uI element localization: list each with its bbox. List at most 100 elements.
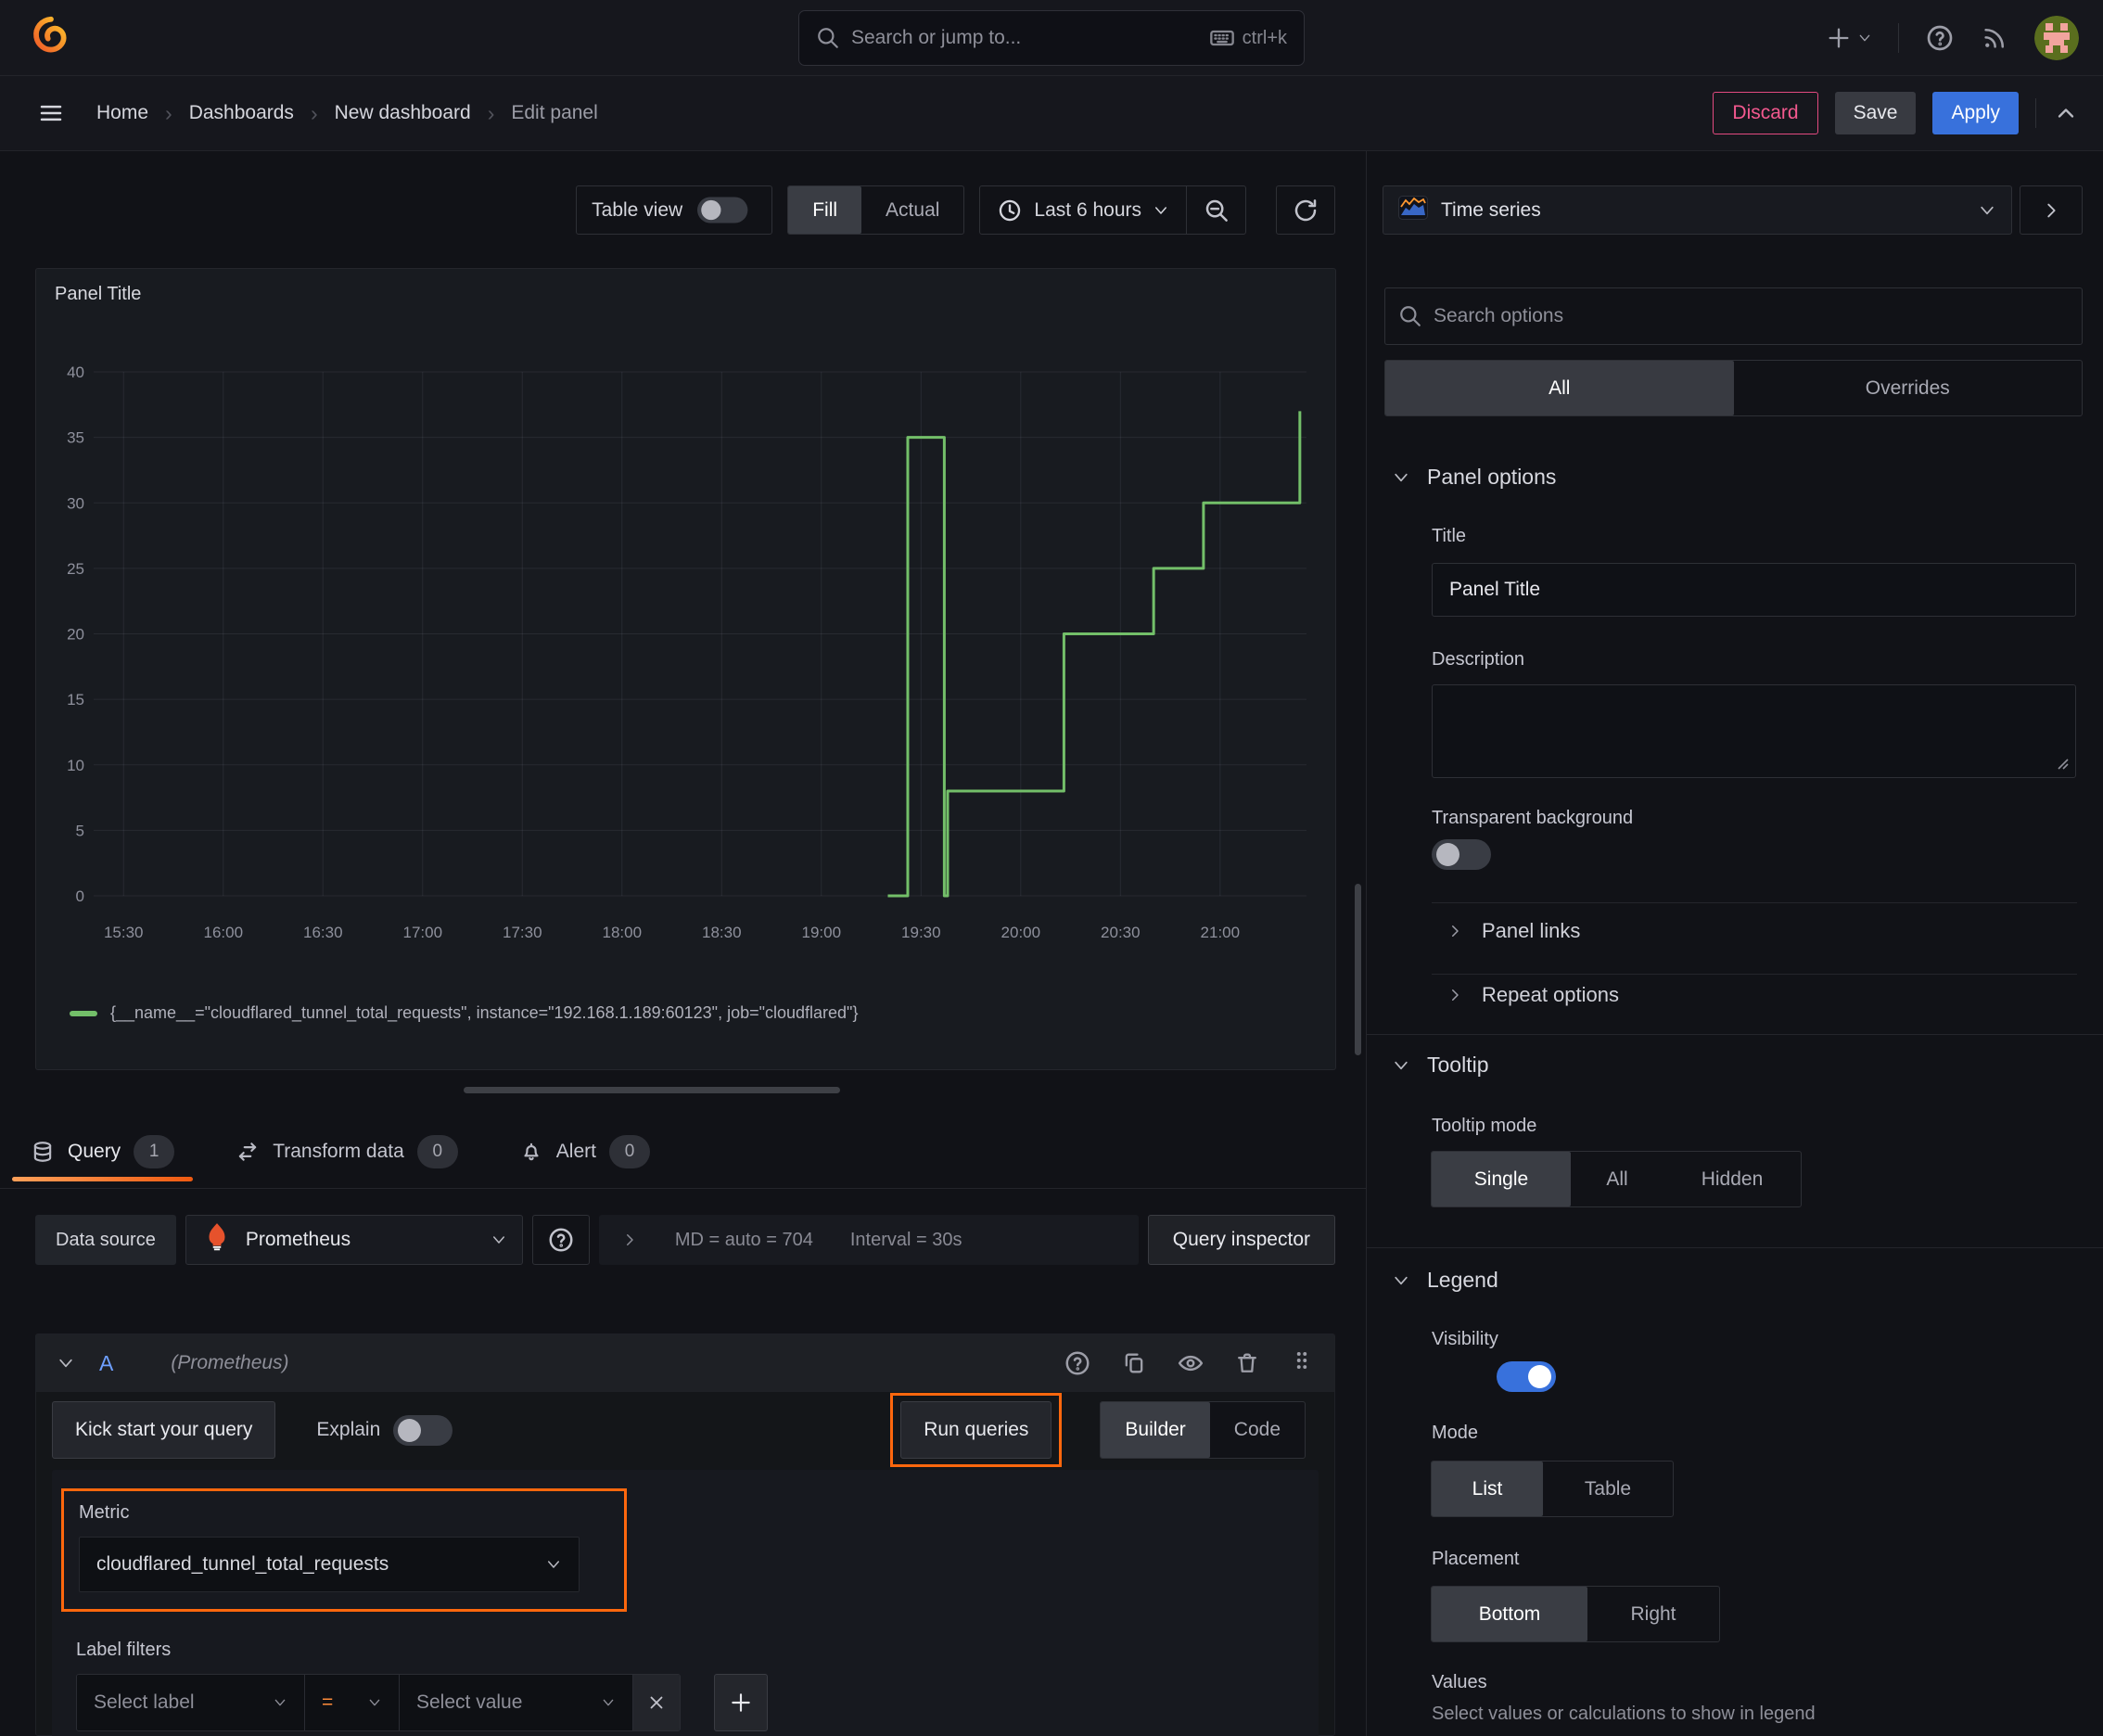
fit-fill-option[interactable]: Fill [788,186,862,234]
zoom-out-button[interactable] [1186,186,1245,234]
breadcrumb-home[interactable]: Home [96,102,148,124]
drag-handle-icon[interactable] [1290,1348,1314,1378]
transform-icon [236,1140,260,1164]
tab-alert[interactable]: Alert 0 [519,1135,650,1168]
chevron-right-icon [2047,203,2056,217]
resize-corner-icon[interactable] [2053,754,2070,771]
hide-query-icon[interactable] [1177,1349,1204,1377]
time-series-chart[interactable]: 0 5 10 15 20 25 30 35 40 15:30 16:00 16:30 17:00 17:3… [49,313,1326,963]
save-button[interactable]: Save [1834,92,1917,134]
run-queries-annotation: Run queries [890,1393,1063,1467]
time-range-picker[interactable]: Last 6 hours [980,186,1186,234]
global-search[interactable]: ctrl+k [798,10,1305,66]
builder-mode-option[interactable]: Builder [1101,1402,1210,1458]
values-label: Values [1432,1672,1487,1692]
repeat-options-row[interactable]: Repeat options [1447,983,1619,1007]
breadcrumb-new-dashboard[interactable]: New dashboard [335,102,471,124]
remove-query-icon[interactable] [1234,1350,1260,1376]
duplicate-query-icon[interactable] [1121,1350,1147,1376]
query-ref-id[interactable]: A [99,1351,113,1376]
fit-actual-option[interactable]: Actual [861,186,963,234]
remove-filter-button[interactable] [633,1675,680,1730]
operator-dropdown[interactable]: = [305,1675,400,1730]
explain-label: Explain [316,1419,381,1440]
select-value-dropdown[interactable]: Select value [400,1675,633,1730]
scope-all-tab[interactable]: All [1385,361,1734,415]
legend-list-option[interactable]: List [1432,1462,1543,1516]
chevron-down-icon [369,1699,380,1706]
query-options-collapsed[interactable]: MD = auto = 704 Interval = 30s [598,1215,1139,1265]
panel-links-row[interactable]: Panel links [1447,919,1580,943]
add-filter-button[interactable] [714,1674,768,1731]
add-menu-button[interactable] [1826,25,1872,51]
description-textarea[interactable] [1432,684,2076,778]
discard-button[interactable]: Discard [1713,92,1818,134]
placement-bottom-option[interactable]: Bottom [1432,1587,1587,1641]
chart-legend[interactable]: {__name__="cloudflared_tunnel_total_requ… [70,1003,858,1023]
datasource-picker[interactable]: Prometheus [185,1215,523,1265]
placement-right-option[interactable]: Right [1587,1587,1719,1641]
search-input[interactable] [851,27,1198,49]
tooltip-section-header[interactable]: Tooltip [1392,1053,1488,1078]
collapse-header-button[interactable] [2053,100,2079,126]
panel-resize-handle[interactable] [464,1087,840,1093]
query-inspector-button[interactable]: Query inspector [1147,1215,1335,1265]
chevron-down-icon [1395,1061,1408,1069]
transparent-bg-label: Transparent background [1432,808,1634,828]
help-button[interactable] [1925,23,1955,53]
code-mode-option[interactable]: Code [1210,1402,1305,1458]
legend-series-label[interactable]: {__name__="cloudflared_tunnel_total_requ… [110,1003,858,1023]
options-search-input[interactable] [1434,305,2069,327]
timeseries-viz-icon [1398,195,1428,225]
legend-table-option[interactable]: Table [1543,1462,1673,1516]
datasource-help-button[interactable] [531,1215,590,1265]
panel-title-input[interactable] [1432,563,2076,617]
explain-toggle[interactable] [393,1414,453,1446]
breadcrumb-dashboards[interactable]: Dashboards [189,102,294,124]
query-row-header[interactable]: A (Prometheus) [36,1334,1334,1392]
time-range-label: Last 6 hours [1034,198,1141,221]
menu-icon[interactable] [37,99,65,127]
svg-text:16:00: 16:00 [203,924,243,941]
operator-value: = [322,1691,334,1713]
scope-overrides-tab[interactable]: Overrides [1734,361,2083,415]
transparent-bg-toggle[interactable] [1432,839,1491,870]
kick-start-button[interactable]: Kick start your query [52,1401,276,1459]
legend-visibility-toggle[interactable] [1496,1361,1556,1392]
svg-text:20: 20 [67,626,84,644]
options-search[interactable] [1384,287,2083,345]
svg-text:15:30: 15:30 [104,924,144,941]
avatar[interactable] [2034,15,2079,60]
chevron-down-icon [1155,206,1166,214]
metric-select[interactable]: cloudflared_tunnel_total_requests [79,1537,580,1592]
table-view-toggle[interactable] [697,197,748,223]
apply-button[interactable]: Apply [1932,92,2019,134]
chevron-down-icon [548,1561,559,1568]
panel-options-section-header[interactable]: Panel options [1392,465,1556,490]
panel-options-heading: Panel options [1427,465,1557,489]
title-field-label: Title [1432,526,1467,546]
select-label-dropdown[interactable]: Select label [77,1675,305,1730]
svg-text:18:00: 18:00 [603,924,643,941]
tab-transform-data[interactable]: Transform data 0 [236,1135,458,1168]
viz-suggestions-button[interactable] [2020,185,2083,235]
svg-text:35: 35 [67,429,84,447]
tab-query[interactable]: Query 1 [11,1135,194,1181]
tooltip-all-option[interactable]: All [1571,1152,1663,1206]
scrollbar-thumb[interactable] [1355,884,1361,1055]
run-queries-button[interactable]: Run queries [900,1401,1052,1459]
panel-title: Panel Title [55,284,142,304]
grafana-logo[interactable] [30,14,72,62]
values-helper-text: Select values or calculations to show in… [1432,1704,1816,1724]
tooltip-hidden-option[interactable]: Hidden [1663,1152,1801,1206]
editor-mode-segmented: Builder Code [1100,1401,1306,1459]
chart-panel[interactable]: Panel Title 0 5 10 15 20 25 30 35 40 15:30 16:00 16… [35,268,1336,1070]
tab-query-label: Query [68,1141,121,1162]
viz-picker[interactable]: Time series [1383,185,2012,235]
query-help-icon[interactable] [1064,1349,1091,1377]
legend-section-header[interactable]: Legend [1392,1268,1498,1293]
svg-text:20:30: 20:30 [1101,924,1141,941]
tooltip-single-option[interactable]: Single [1432,1152,1571,1206]
news-button[interactable] [1981,24,2008,52]
refresh-button[interactable] [1276,185,1335,235]
